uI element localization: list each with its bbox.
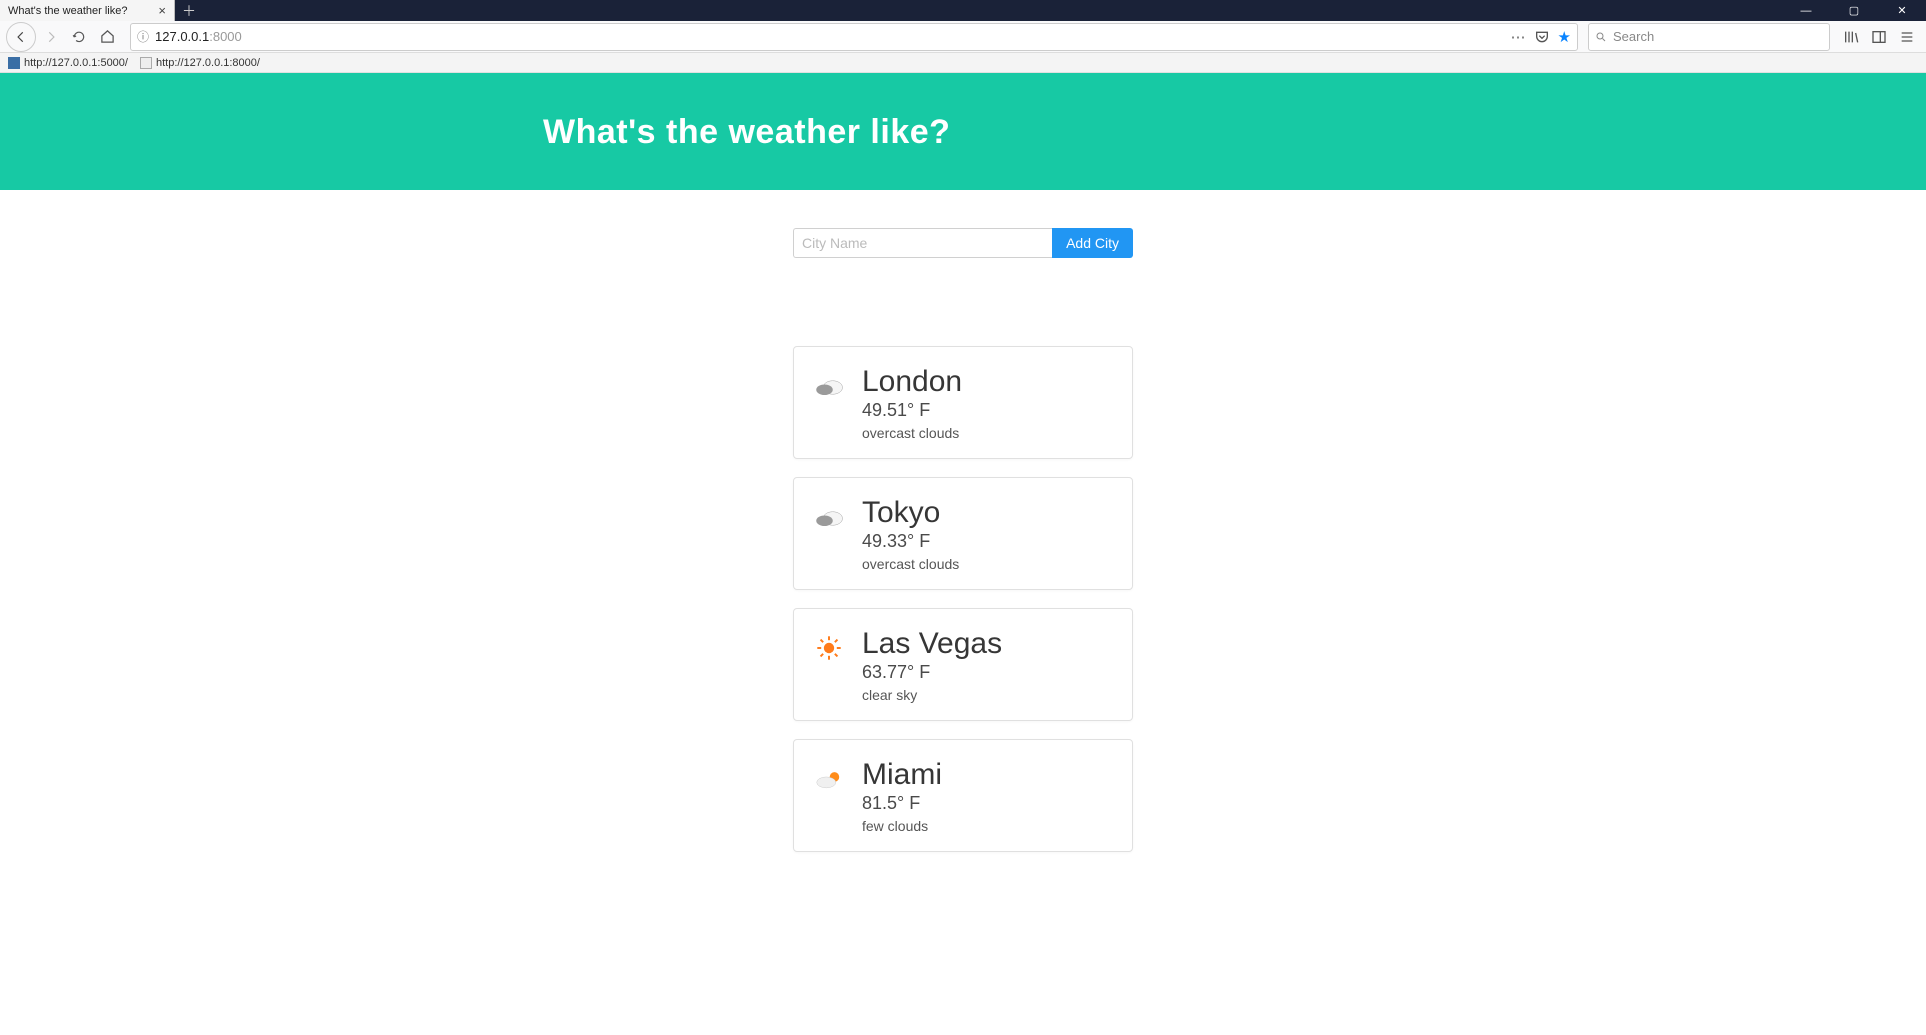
sidebar-button[interactable]: [1866, 24, 1892, 50]
bookmark-star-icon[interactable]: ★: [1558, 28, 1571, 46]
city-temperature: 81.5° F: [862, 793, 1112, 814]
city-description: overcast clouds: [862, 556, 1112, 572]
search-icon: [1595, 31, 1607, 43]
library-icon: [1843, 29, 1859, 45]
hero-banner: What's the weather like?: [0, 73, 1926, 190]
url-host: 127.0.0.1: [155, 29, 209, 44]
url-bar[interactable]: ⓘ 127.0.0.1:8000 ⋯ ★: [130, 23, 1578, 51]
city-description: few clouds: [862, 818, 1112, 834]
few-clouds-icon: [814, 766, 844, 792]
arrow-right-icon: [44, 30, 58, 44]
favicon-icon: [8, 57, 20, 69]
page-viewport[interactable]: What's the weather like? Add City London…: [0, 73, 1926, 1035]
reload-button[interactable]: [66, 24, 92, 50]
navbar: ⓘ 127.0.0.1:8000 ⋯ ★ Search: [0, 21, 1926, 53]
weather-icon: [814, 764, 844, 794]
titlebar: What's the weather like? × ＋ — ▢ ✕: [0, 0, 1926, 21]
weather-icon: [814, 371, 844, 401]
city-card: Miami81.5° F few clouds: [793, 739, 1133, 852]
city-name-input[interactable]: [793, 228, 1052, 258]
weather-icon: [814, 633, 844, 663]
city-name: Tokyo: [862, 496, 1112, 529]
tab-title: What's the weather like?: [8, 5, 128, 17]
bookmark-item[interactable]: http://127.0.0.1:5000/: [8, 57, 128, 69]
city-temperature: 63.77° F: [862, 662, 1112, 683]
sidebar-icon: [1871, 29, 1887, 45]
arrow-left-icon: [14, 30, 28, 44]
city-name: London: [862, 365, 1112, 398]
home-button[interactable]: [94, 24, 120, 50]
favicon-icon: [140, 57, 152, 69]
city-name: Las Vegas: [862, 627, 1112, 660]
forward-button[interactable]: [38, 24, 64, 50]
browser-tab-active[interactable]: What's the weather like? ×: [0, 0, 175, 21]
menu-button[interactable]: [1894, 24, 1920, 50]
search-bar[interactable]: Search: [1588, 23, 1830, 51]
search-placeholder: Search: [1613, 29, 1654, 44]
bookmark-label: http://127.0.0.1:5000/: [24, 57, 128, 69]
new-tab-button[interactable]: ＋: [175, 0, 203, 21]
library-button[interactable]: [1838, 24, 1864, 50]
city-card: Las Vegas63.77° F clear sky: [793, 608, 1133, 721]
pocket-icon[interactable]: [1534, 29, 1550, 45]
overcast-clouds-icon: [814, 374, 844, 398]
page-actions-icon[interactable]: ⋯: [1511, 28, 1526, 46]
reload-icon: [72, 30, 86, 44]
window-close-button[interactable]: ✕: [1878, 0, 1926, 21]
window-minimize-button[interactable]: —: [1782, 0, 1830, 21]
city-description: clear sky: [862, 687, 1112, 703]
url-port: :8000: [209, 29, 242, 44]
bookmark-label: http://127.0.0.1:8000/: [156, 57, 260, 69]
window-maximize-button[interactable]: ▢: [1830, 0, 1878, 21]
weather-icon: [814, 502, 844, 532]
bookmarks-toolbar: http://127.0.0.1:5000/ http://127.0.0.1:…: [0, 53, 1926, 73]
back-button[interactable]: [6, 22, 36, 52]
city-temperature: 49.33° F: [862, 531, 1112, 552]
city-card: Tokyo49.33° F overcast clouds: [793, 477, 1133, 590]
city-card: London49.51° F overcast clouds: [793, 346, 1133, 459]
overcast-clouds-icon: [814, 505, 844, 529]
add-city-button[interactable]: Add City: [1052, 228, 1133, 258]
city-description: overcast clouds: [862, 425, 1112, 441]
window-root: What's the weather like? × ＋ — ▢ ✕ ⓘ 127…: [0, 0, 1926, 1035]
home-icon: [100, 29, 115, 44]
city-temperature: 49.51° F: [862, 400, 1112, 421]
hamburger-icon: [1899, 29, 1915, 45]
page-title: What's the weather like?: [543, 113, 1543, 152]
add-city-form: Add City: [793, 228, 1133, 258]
city-name: Miami: [862, 758, 1112, 791]
clear-sky-icon: [816, 635, 842, 661]
bookmark-item[interactable]: http://127.0.0.1:8000/: [140, 57, 260, 69]
close-tab-icon[interactable]: ×: [158, 3, 166, 18]
city-card-list: London49.51° F overcast clouds Tokyo49.33…: [793, 346, 1133, 852]
site-info-icon[interactable]: ⓘ: [137, 28, 149, 45]
